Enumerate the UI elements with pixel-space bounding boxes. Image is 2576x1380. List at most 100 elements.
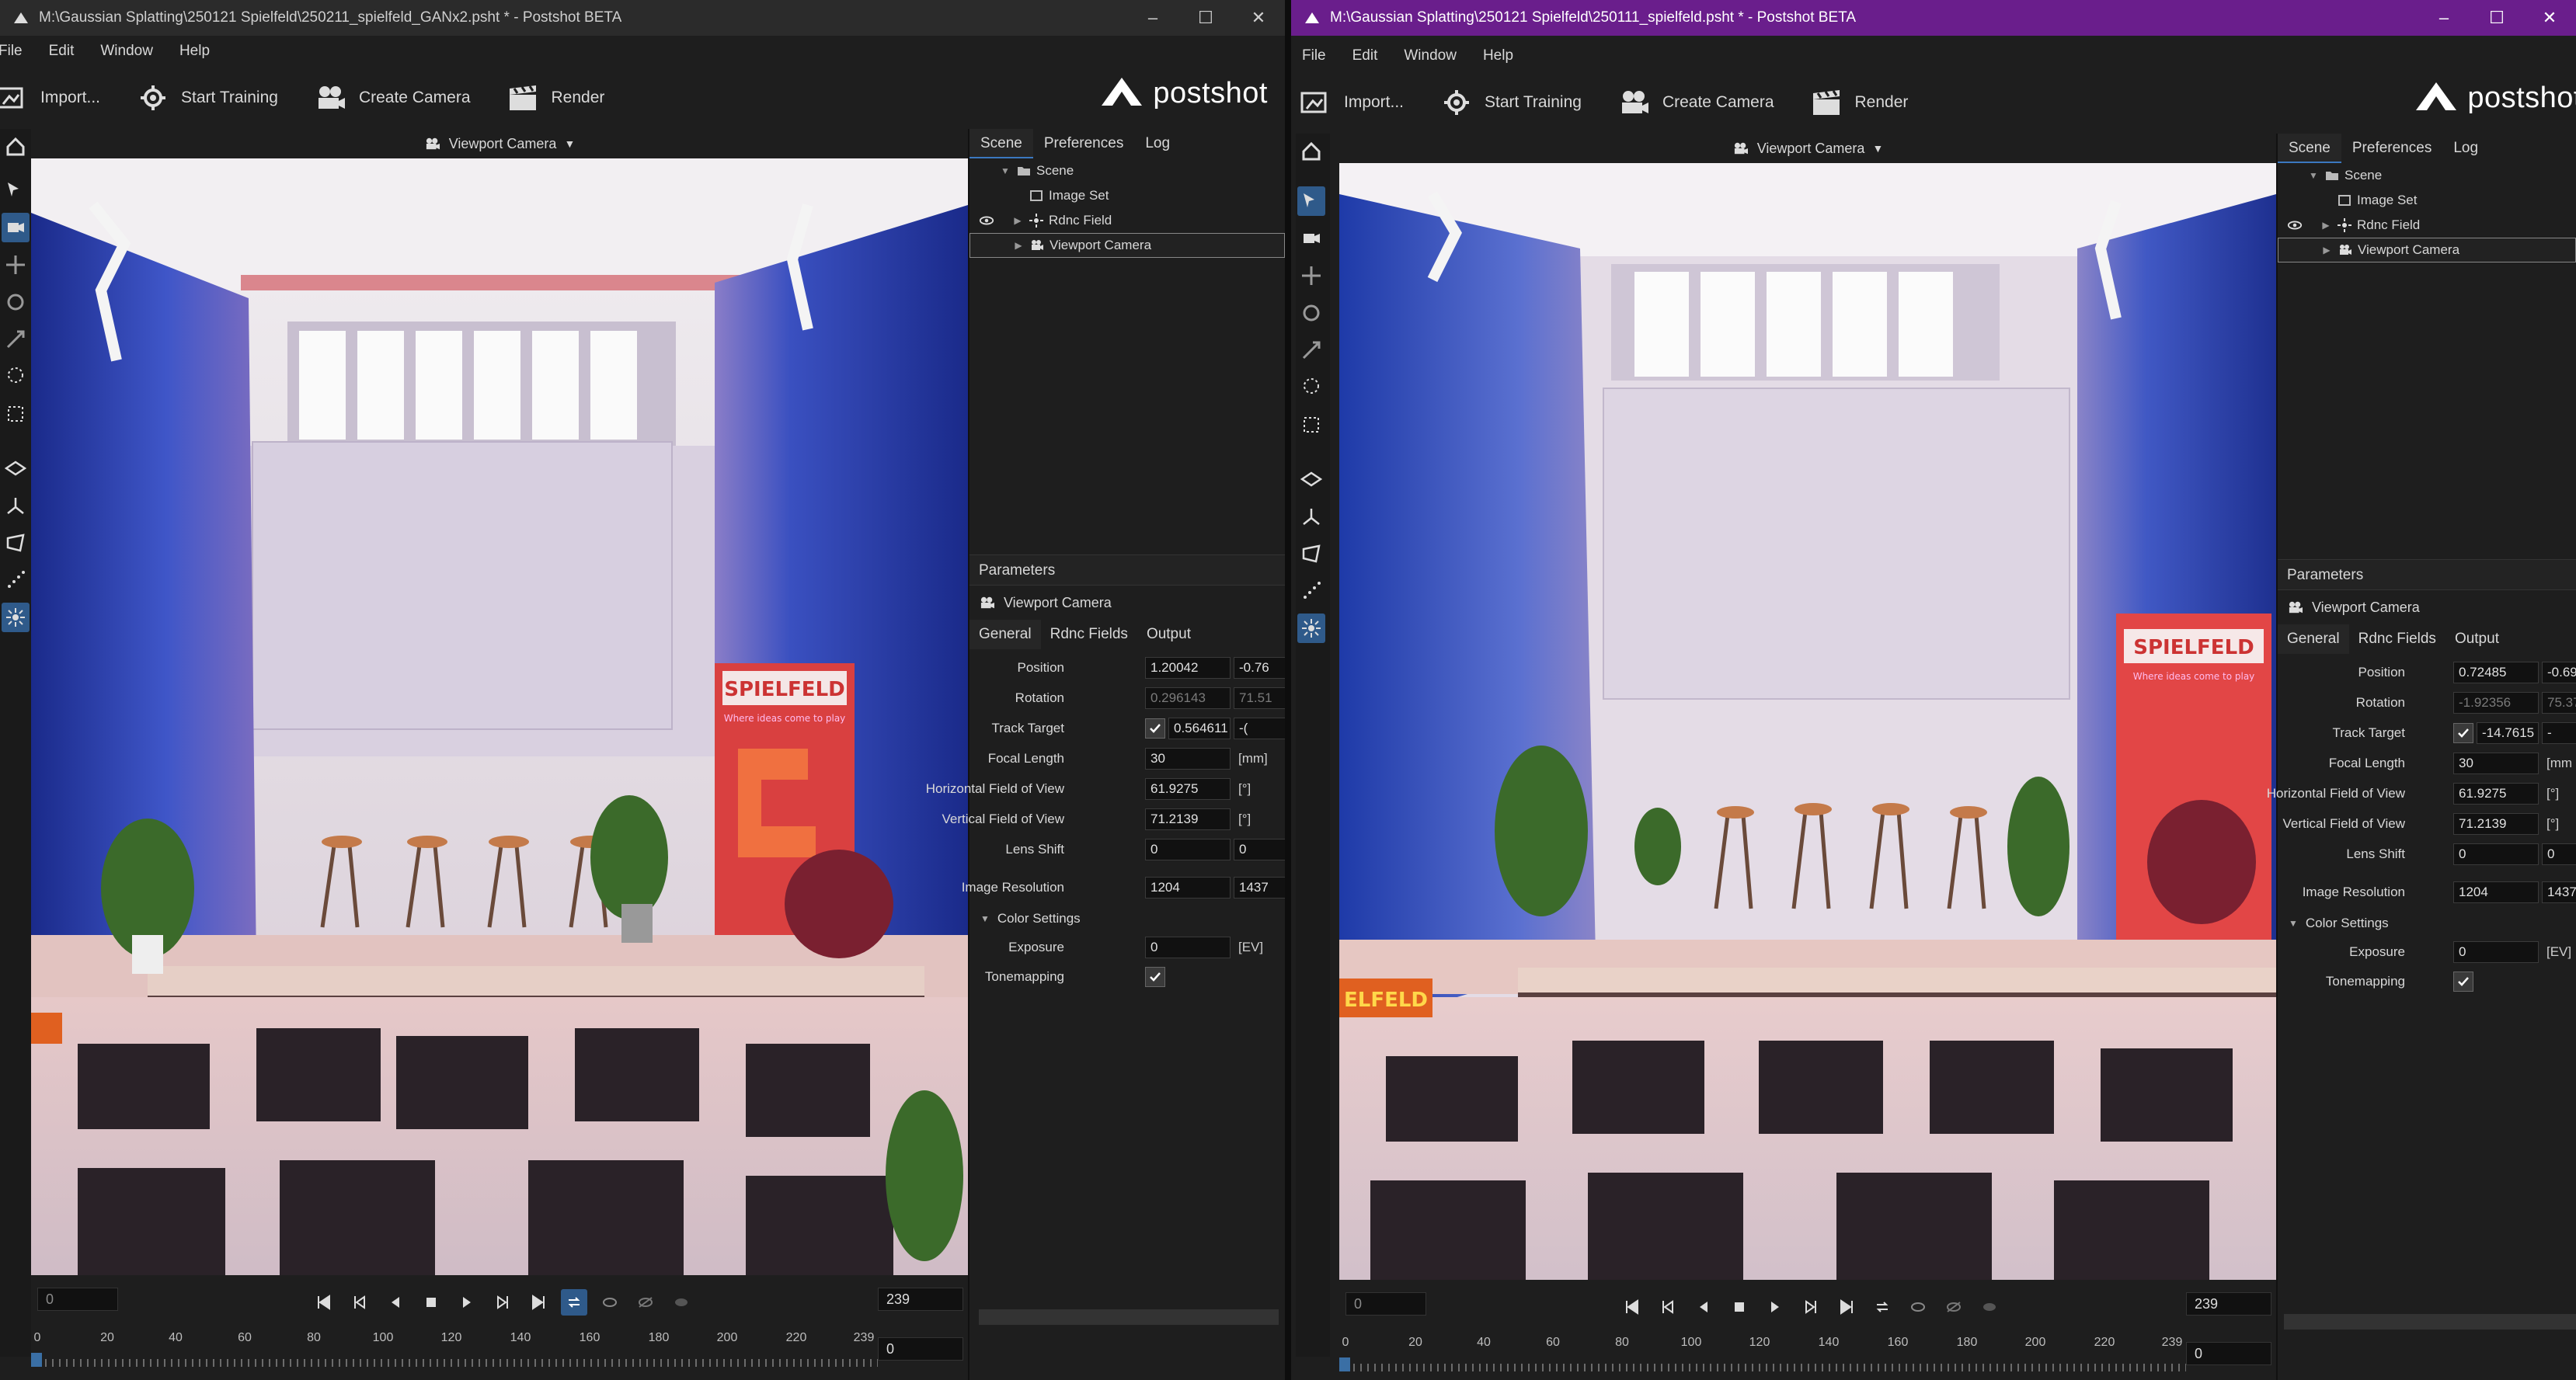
position-x-field[interactable]: 1.20042 [1145,657,1231,679]
timeline-start-field[interactable]: 0 [1345,1292,1426,1316]
radiance-tool[interactable] [1297,614,1325,643]
tab-preferences[interactable]: Preferences [2341,134,2442,163]
tree-item-scene[interactable]: ▼ Scene [969,158,1285,183]
track-target-field[interactable]: 0.564611 [1168,718,1231,739]
hfov-field[interactable]: 61.9275 [1145,778,1231,800]
timeline-current-field[interactable]: 0 [2186,1342,2271,1365]
tab-scene[interactable]: Scene [2278,134,2341,163]
menu-file[interactable]: File [0,43,23,60]
track-target-field[interactable]: -14.7615 [2477,722,2539,744]
tree-item-viewport-camera[interactable]: ▶ Viewport Camera [2278,238,2576,262]
create-camera-button[interactable]: Create Camera [314,82,471,113]
home-tool[interactable] [2,132,30,162]
focal-length-field[interactable]: 30 [1145,748,1231,770]
scale-tool[interactable] [2,325,30,354]
tab-rdnc-fields[interactable]: Rdnc Fields [2349,624,2445,654]
lens-shift-y-field[interactable]: 0 [1234,839,1285,860]
tree-item-viewport-camera[interactable]: ▶ Viewport Camera [969,233,1285,258]
exposure-field[interactable]: 0 [1145,937,1231,958]
expand-arrow-icon[interactable]: ▶ [1012,240,1025,251]
axes-tool[interactable] [1297,502,1325,531]
create-camera-button[interactable]: Create Camera [1617,87,1774,118]
layers-tool[interactable] [2,454,30,483]
timeline-start-field[interactable]: 0 [37,1288,118,1311]
viewport-camera-dropdown[interactable]: Viewport Camera ▼ [424,136,575,152]
maximize-icon[interactable]: ☐ [1179,0,1232,36]
rotation-y-field[interactable]: 71.51 [1234,687,1285,709]
tree-item-rdnc-field[interactable]: ▶ Rdnc Field [2278,213,2576,238]
title-bar[interactable]: M:\Gaussian Splatting\250121 Spielfeld\2… [0,0,1285,36]
image-resolution-h-field[interactable]: 1437 [1234,877,1285,899]
start-training-button[interactable]: Start Training [1439,87,1582,118]
focal-length-field[interactable]: 30 [2453,753,2539,774]
maximize-icon[interactable]: ☐ [2470,0,2523,36]
exposure-field[interactable]: 0 [2453,941,2539,963]
lens-shift-x-field[interactable]: 0 [2453,843,2539,865]
home-tool[interactable] [1297,137,1325,166]
scale-tool[interactable] [1297,335,1325,365]
points-tool[interactable] [2,565,30,595]
play-reverse-icon[interactable] [1690,1294,1717,1320]
plane-tool[interactable] [2,528,30,558]
close-icon[interactable]: ✕ [1232,0,1285,36]
menu-window[interactable]: Window [1404,47,1457,64]
select-tool[interactable] [1297,186,1325,216]
track-target-checkbox[interactable] [2453,723,2473,743]
play-icon[interactable] [454,1289,480,1316]
tree-item-rdnc-field[interactable]: ▶ Rdnc Field [969,208,1285,233]
skip-to-end-icon[interactable] [1833,1294,1860,1320]
loop-icon[interactable] [1869,1294,1895,1320]
menu-help[interactable]: Help [1483,47,1513,64]
tab-scene[interactable]: Scene [969,129,1033,158]
skip-to-end-icon[interactable] [525,1289,552,1316]
eye-off-icon[interactable] [1941,1294,1967,1320]
start-training-button[interactable]: Start Training [136,82,278,113]
visibility-eye-icon[interactable] [979,213,994,228]
camera-orbit-tool[interactable] [2,213,30,242]
play-icon[interactable] [1762,1294,1788,1320]
camera-orbit-tool[interactable] [1297,224,1325,253]
color-settings-section[interactable]: ▼ Color Settings [980,908,1081,930]
rotation-y-field[interactable]: 75.37 [2542,692,2576,714]
tonemapping-checkbox[interactable] [2453,972,2473,992]
menu-window[interactable]: Window [100,43,153,60]
layers-tool[interactable] [1297,464,1325,494]
image-resolution-w-field[interactable]: 1204 [2453,881,2539,903]
collapse-arrow-icon[interactable]: ▼ [999,165,1011,176]
rotate-tool[interactable] [1297,298,1325,328]
tab-output[interactable]: Output [1137,620,1200,649]
position-y-field[interactable]: -0.69 [2542,662,2576,683]
eye-toggle-icon[interactable] [597,1289,623,1316]
tab-general[interactable]: General [2278,624,2349,654]
rotation-x-field[interactable]: 0.296143 [1145,687,1231,709]
import-button[interactable]: Import... [1299,87,1404,118]
visibility-eye-icon[interactable] [2287,217,2303,233]
timeline-playhead[interactable] [31,1353,42,1367]
lasso-select-tool[interactable] [1297,373,1325,402]
points-tool[interactable] [1297,576,1325,606]
step-forward-icon[interactable] [1798,1294,1824,1320]
tab-general[interactable]: General [969,620,1041,649]
track-target-checkbox[interactable] [1145,718,1165,739]
radiance-tool[interactable] [2,603,30,632]
timeline-playhead[interactable] [1339,1357,1350,1371]
rotate-tool[interactable] [2,287,30,317]
timeline-ruler[interactable]: 0 20 40 60 80 100 120 140 160 180 200 22… [31,1331,878,1368]
image-resolution-w-field[interactable]: 1204 [1145,877,1231,899]
track-target-y-field[interactable]: - [2542,722,2576,744]
expand-arrow-icon[interactable]: ▶ [2320,245,2333,255]
position-y-field[interactable]: -0.76 [1234,657,1285,679]
minimize-icon[interactable]: – [1126,0,1179,36]
import-button[interactable]: Import... [0,82,100,113]
track-target-y-field[interactable]: -( [1234,718,1285,739]
close-icon[interactable]: ✕ [2523,0,2576,36]
tonemapping-checkbox[interactable] [1145,967,1165,987]
tab-log[interactable]: Log [2442,134,2489,163]
hfov-field[interactable]: 61.9275 [2453,783,2539,805]
image-resolution-h-field[interactable]: 1437 [2542,881,2576,903]
move-tool[interactable] [1297,261,1325,290]
menu-edit[interactable]: Edit [49,43,75,60]
eye-off-icon[interactable] [632,1289,659,1316]
tab-output[interactable]: Output [2445,624,2508,654]
color-settings-section[interactable]: ▼ Color Settings [2289,912,2389,934]
